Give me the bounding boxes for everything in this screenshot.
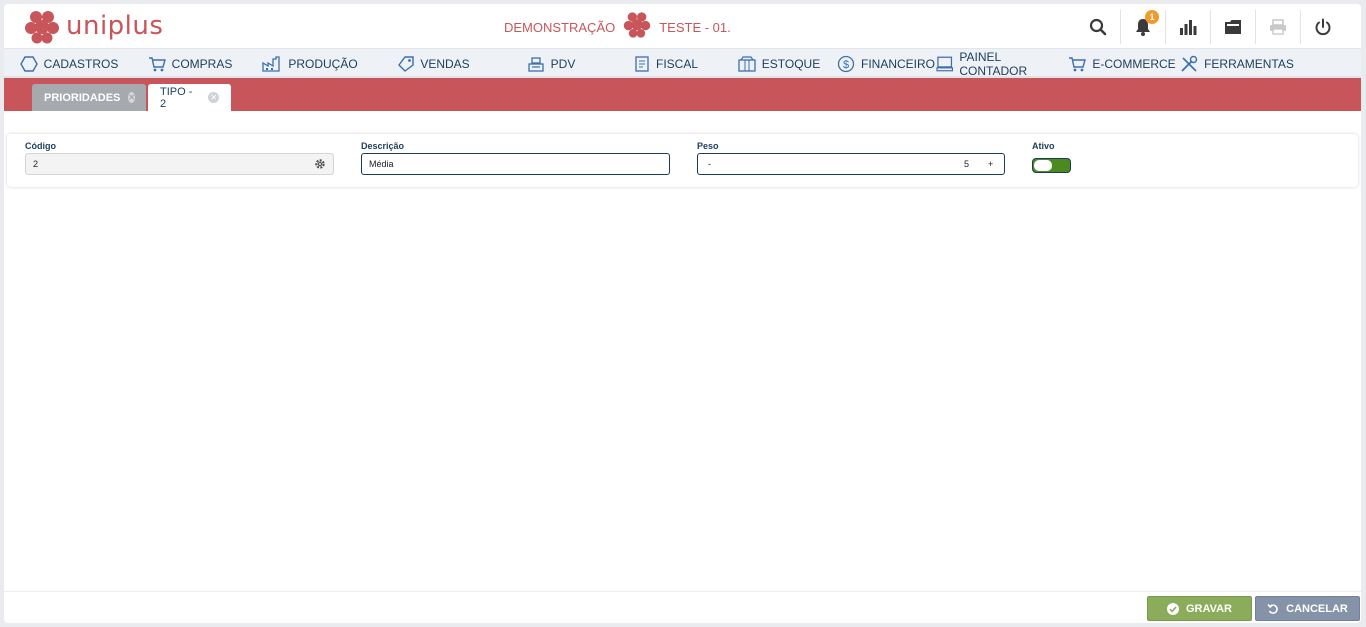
box-icon (738, 56, 756, 72)
tab-tipo-2[interactable]: TIPO - 2 ✕ (148, 84, 231, 111)
peso-label: Peso (697, 141, 719, 151)
brand-logo[interactable]: uniplus (24, 8, 163, 44)
menu-item-cadastros[interactable]: CADASTROS (4, 49, 134, 79)
menu-item-label: PDV (550, 57, 576, 71)
notifications-button[interactable]: 1 (1120, 10, 1165, 44)
cancel-button[interactable]: CANCELAR (1255, 596, 1360, 621)
brand-name: uniplus (66, 11, 164, 41)
cart-icon (1069, 57, 1087, 72)
ativo-label: Ativo (1032, 141, 1055, 151)
company-indicator[interactable]: DEMONSTRAÇÃO TESTE - 01. (504, 12, 731, 38)
menu-item-label: COMPRAS (171, 57, 233, 71)
folder-icon (1225, 20, 1241, 34)
codigo-value: 2 (33, 159, 39, 169)
form-footer: GRAVAR CANCELAR (4, 591, 1361, 623)
main-menu: CADASTROS COMPRAS PRODUÇÃO VENDAS PDV FI… (4, 48, 1361, 81)
company-group-label: DEMONSTRAÇÃO (504, 19, 616, 35)
dollar-icon: $ (837, 55, 855, 73)
app-header: uniplus DEMONSTRAÇÃO TESTE - 01. 1 (4, 4, 1361, 48)
peso-value: 5 (964, 159, 970, 169)
printer-icon (1270, 19, 1286, 35)
menu-item-label: FISCAL (655, 57, 698, 71)
register-icon (528, 57, 544, 72)
company-logo-icon (624, 12, 651, 38)
factory-icon (262, 56, 280, 72)
gear-icon[interactable] (307, 154, 333, 174)
menu-item-estoque[interactable]: ESTOQUE (722, 49, 836, 79)
menu-item-label: ESTOQUE (761, 57, 821, 71)
tab-prioridades[interactable]: PRIORIDADES ✕ (32, 84, 146, 111)
menu-item-label: E-COMMERCE (1092, 57, 1176, 71)
bar-chart-icon (1180, 20, 1197, 35)
menu-item-label: CADASTROS (43, 57, 119, 71)
document-icon (635, 56, 649, 72)
descricao-input[interactable]: Média (361, 153, 670, 175)
menu-item-compras[interactable]: COMPRAS (134, 49, 246, 79)
cart-icon (148, 57, 166, 72)
save-label: GRAVAR (1185, 602, 1233, 615)
decrement-button[interactable]: - (708, 159, 711, 169)
search-icon (1089, 18, 1106, 36)
peso-stepper[interactable]: - 5 + (697, 153, 1005, 175)
cancel-label: CANCELAR (1286, 602, 1348, 615)
menu-item-label: PAINEL CONTADOR (959, 50, 1028, 78)
uniplus-logo-icon (25, 11, 59, 44)
gear-glyph (315, 159, 325, 169)
monitor-icon (936, 56, 954, 72)
menu-item-pdv[interactable]: PDV (492, 49, 610, 79)
header-toolbar: 1 (1075, 10, 1345, 44)
menu-item-label: VENDAS (420, 57, 470, 71)
print-button[interactable] (1255, 10, 1300, 44)
menu-item-producao[interactable]: PRODUÇÃO (246, 49, 374, 79)
svg-text:$: $ (843, 59, 849, 71)
menu-item-label: FERRAMENTAS (1204, 57, 1294, 71)
power-icon (1315, 18, 1331, 36)
increment-button[interactable]: + (988, 159, 993, 169)
undo-icon (1267, 603, 1278, 614)
ativo-toggle[interactable] (1032, 158, 1071, 173)
tag-icon (398, 56, 415, 72)
hexagon-icon (19, 56, 38, 72)
app-window: uniplus DEMONSTRAÇÃO TESTE - 01. 1 CADAS… (4, 4, 1361, 623)
close-tab-icon[interactable]: ✕ (208, 92, 219, 103)
open-tabs-bar: PRIORIDADES ✕ TIPO - 2 ✕ (4, 78, 1361, 111)
codigo-label: Código (25, 141, 56, 151)
descricao-value: Média (369, 159, 394, 169)
search-button[interactable] (1075, 10, 1120, 44)
menu-item-label: FINANCEIRO (860, 57, 935, 71)
menu-item-financeiro[interactable]: $ FINANCEIRO (836, 49, 936, 79)
reports-button[interactable] (1165, 10, 1210, 44)
form-card: Código 2 Descrição Média Peso - 5 + Ativ… (7, 134, 1358, 187)
menu-item-vendas[interactable]: VENDAS (374, 49, 492, 81)
menu-item-ferramentas[interactable]: FERRAMENTAS (1176, 49, 1298, 79)
menu-item-painel-contador[interactable]: PAINEL CONTADOR (936, 49, 1068, 79)
tools-icon (1181, 55, 1198, 72)
tab-label: PRIORIDADES (44, 91, 121, 104)
check-circle-icon (1166, 602, 1179, 615)
company-name-label: TESTE - 01. (659, 19, 731, 35)
descricao-label: Descrição (361, 141, 405, 151)
logout-button[interactable] (1300, 10, 1345, 44)
tab-label: TIPO - 2 (160, 85, 193, 110)
folder-button[interactable] (1210, 10, 1255, 44)
codigo-field[interactable]: 2 (25, 153, 334, 175)
notifications-badge: 1 (1145, 10, 1159, 24)
close-tab-icon[interactable]: ✕ (128, 92, 136, 103)
toggle-knob (1034, 160, 1052, 171)
menu-item-fiscal[interactable]: FISCAL (610, 49, 722, 79)
menu-item-label: PRODUÇÃO (288, 57, 358, 71)
menu-item-e-commerce[interactable]: E-COMMERCE (1068, 49, 1176, 79)
save-button[interactable]: GRAVAR (1147, 596, 1252, 621)
